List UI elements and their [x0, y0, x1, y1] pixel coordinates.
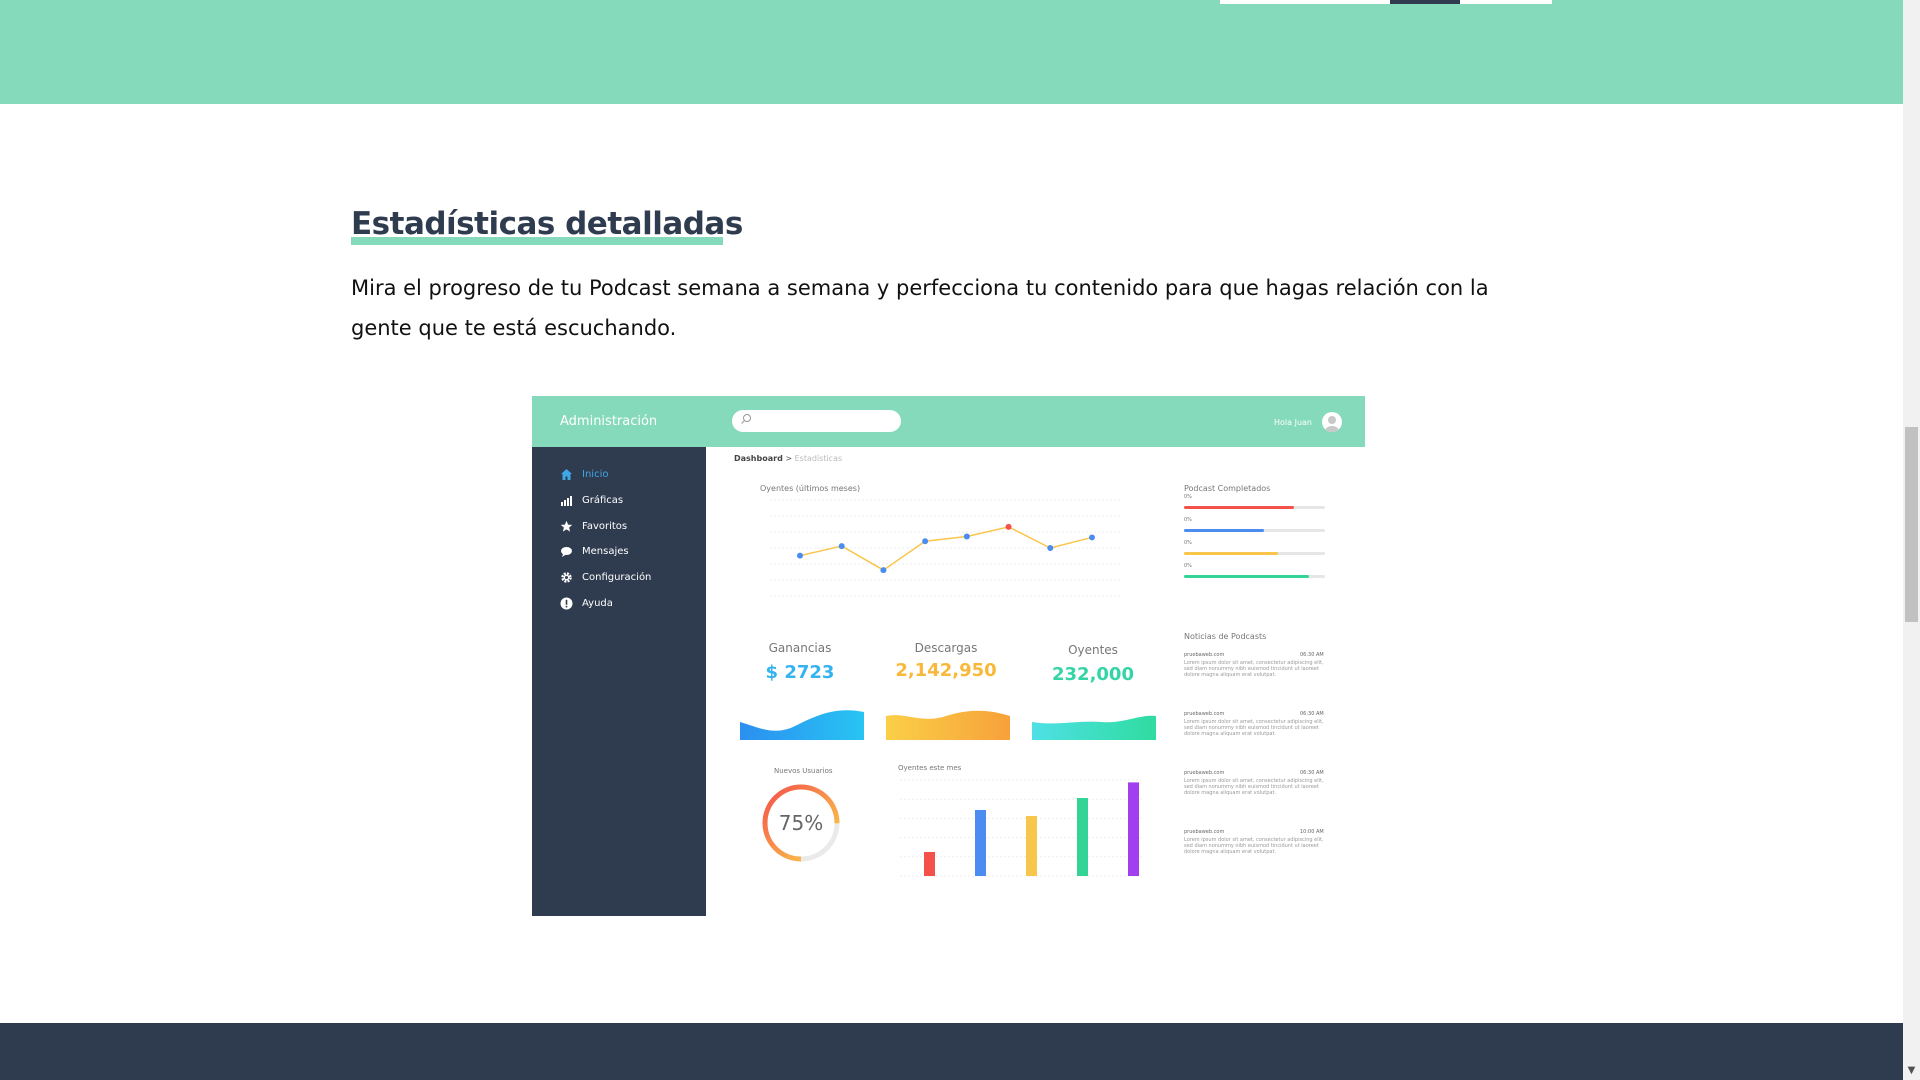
- info-icon: [560, 597, 573, 609]
- podcasts-title: Podcast Completados: [1184, 484, 1271, 493]
- sidebar-item-label: Configuración: [582, 571, 652, 583]
- line-chart-title: Oyentes (últimos meses): [760, 484, 861, 493]
- sidebar-item-graficas: Gráficas: [560, 492, 623, 508]
- line-chart-point: [1089, 534, 1095, 541]
- wave-ganancias: [740, 710, 864, 740]
- progress-label: 0%: [1184, 517, 1192, 523]
- line-chart-point: [963, 533, 970, 540]
- footer-band: [0, 1023, 1903, 1080]
- news-source: pruebaweb.com: [1184, 829, 1225, 835]
- donut-title: Nuevos Usuarios: [774, 767, 833, 775]
- sidebar-item-label: Inicio: [582, 468, 609, 480]
- news-body: Lorem ipsum dolor sit amet, consectetur …: [1184, 660, 1324, 678]
- sidebar-item-configuracion: Configuración: [560, 569, 651, 585]
- breadcrumb-root: Dashboard: [734, 454, 783, 463]
- chat-bubble-icon: [561, 546, 572, 557]
- bar-chart-bar: [924, 852, 935, 876]
- progress-fill: [1184, 506, 1294, 509]
- stat-label-ganancias: Ganancias: [768, 641, 832, 655]
- donut-chart: 75%: [762, 784, 840, 862]
- search-icon: [741, 414, 751, 424]
- stat-label-descargas: Descargas: [914, 641, 978, 655]
- section-description: Mira el progreso de tu Podcast semana a …: [351, 276, 1489, 340]
- news-source: pruebaweb.com: [1184, 652, 1225, 658]
- bar-chart-bar: [975, 810, 986, 876]
- sidebar-item-label: Ayuda: [582, 597, 613, 609]
- wave-oyentes: [1032, 715, 1156, 740]
- progress-track: [1184, 529, 1325, 532]
- news-source: pruebaweb.com: [1184, 770, 1225, 776]
- breadcrumb-separator: >: [782, 454, 795, 463]
- donut-label: 75%: [779, 811, 823, 835]
- stat-value-descargas: 2,142,950: [895, 660, 997, 681]
- dashboard-screenshot: Administración Hola Juan Inicio Gráficas…: [532, 396, 1365, 916]
- home-icon: [561, 468, 572, 480]
- section-title: Estadísticas detalladas: [351, 206, 743, 242]
- stat-value-oyentes: 232,000: [1052, 664, 1134, 685]
- progress-track: [1184, 575, 1325, 578]
- bar-chart-bar: [1026, 816, 1037, 876]
- news-title: Noticias de Podcasts: [1184, 632, 1267, 641]
- hero-band: [0, 0, 1903, 104]
- line-chart-point: [797, 552, 803, 559]
- progress-label: 0%: [1184, 540, 1192, 546]
- progress-track: [1184, 506, 1325, 509]
- hero-card-edge: [1220, 0, 1552, 4]
- sidebar-item-ayuda: Ayuda: [560, 595, 613, 611]
- scroll-down-arrow-icon[interactable]: ▼: [1905, 1064, 1918, 1078]
- news-time: 06:30 AM: [1300, 711, 1324, 717]
- progress-fill: [1184, 529, 1265, 532]
- news-body: Lorem ipsum dolor sit amet, consectetur …: [1184, 837, 1324, 855]
- stat-value-ganancias: $ 2723: [765, 662, 835, 683]
- bar-chart-bar: [1128, 782, 1139, 876]
- progress-label: 0%: [1184, 494, 1192, 500]
- scrollbar-thumb[interactable]: [1905, 427, 1918, 622]
- dashboard-brand: Administración: [560, 414, 658, 429]
- stat-label-oyentes: Oyentes: [1068, 643, 1118, 657]
- page: Estadísticas detalladas Mira el progreso…: [0, 0, 1920, 1080]
- bar-chart: [900, 779, 1142, 877]
- avatar: [1322, 412, 1342, 432]
- sidebar-item-inicio: Inicio: [560, 466, 608, 482]
- sidebar-item-label: Mensajes: [582, 545, 629, 557]
- sidebar-item-favoritos: Favoritos: [560, 518, 627, 534]
- news-time: 06:30 AM: [1300, 770, 1324, 776]
- news-body: Lorem ipsum dolor sit amet, consectetur …: [1184, 778, 1324, 796]
- dashboard-greeting: Hola Juan: [1274, 418, 1312, 427]
- line-chart-point: [1047, 545, 1054, 551]
- breadcrumb-current: Estadísticas: [794, 454, 843, 463]
- sidebar-item-label: Gráficas: [582, 494, 624, 506]
- wave-descargas: [886, 710, 1010, 740]
- line-chart: [770, 499, 1122, 597]
- progress-track: [1184, 552, 1325, 555]
- line-chart-point: [922, 538, 929, 545]
- breadcrumb: Dashboard > Estadísticas: [734, 454, 842, 463]
- progress-fill: [1184, 552, 1279, 555]
- news-source: pruebaweb.com: [1184, 711, 1225, 717]
- sidebar-item-mensajes: Mensajes: [560, 543, 629, 559]
- line-chart-point: [1005, 523, 1012, 530]
- hero-card-shape: [1390, 0, 1460, 4]
- news-body: Lorem ipsum dolor sit amet, consectetur …: [1184, 719, 1324, 737]
- sidebar-item-label: Favoritos: [582, 520, 628, 532]
- dashboard-topbar: Administración Hola Juan: [532, 396, 1365, 447]
- dashboard-search: [732, 410, 901, 432]
- bar-chart-icon: [561, 495, 572, 506]
- news-time: 10:00 AM: [1300, 829, 1324, 835]
- progress-fill: [1184, 575, 1310, 578]
- line-chart-point: [880, 567, 887, 574]
- gear-icon: [561, 571, 572, 583]
- bar-chart-title: Oyentes este mes: [898, 764, 962, 772]
- news-time: 06:30 AM: [1300, 652, 1324, 658]
- line-chart-point: [838, 543, 845, 550]
- progress-label: 0%: [1184, 563, 1192, 569]
- bar-chart-bar: [1077, 798, 1088, 876]
- star-icon: [560, 520, 573, 532]
